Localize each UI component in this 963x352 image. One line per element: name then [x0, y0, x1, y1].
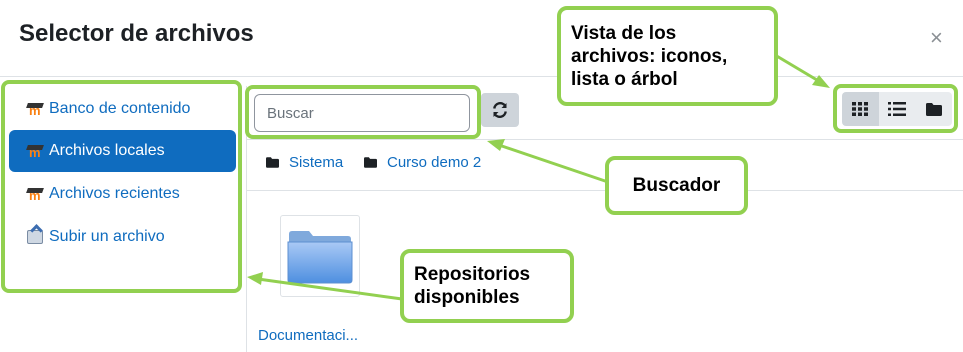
folder-icon	[266, 157, 279, 168]
breadcrumb-item-sistema[interactable]: Sistema	[266, 154, 343, 171]
header-divider	[0, 76, 963, 77]
callout-repositories: Repositorios disponibles	[400, 249, 574, 323]
view-modes-highlight	[833, 84, 958, 133]
callout-search-text: Buscador	[632, 175, 721, 196]
callout-view-modes: Vista de los archivos: iconos, lista o á…	[557, 6, 778, 106]
callout-repositories-text: Repositorios disponibles	[414, 264, 531, 308]
refresh-button[interactable]	[481, 93, 519, 127]
refresh-icon	[493, 102, 507, 118]
dialog-title: Selector de archivos	[19, 20, 254, 47]
callout-view-modes-text: Vista de los archivos: iconos, lista o á…	[571, 22, 728, 90]
file-item-thumbnail[interactable]	[280, 215, 360, 297]
breadcrumb-item-curso-demo-2[interactable]: Curso demo 2	[364, 154, 481, 171]
folder-icon	[364, 157, 377, 168]
search-highlight	[245, 85, 481, 139]
folder-icon	[287, 231, 353, 284]
close-icon[interactable]: ×	[930, 26, 943, 50]
file-item-name[interactable]: Documentaci...	[258, 327, 358, 344]
callout-search: Buscador	[605, 156, 748, 215]
breadcrumb-label: Curso demo 2	[387, 154, 482, 171]
repositories-highlight	[1, 80, 242, 293]
breadcrumb-label: Sistema	[289, 154, 344, 171]
toolbar-divider	[246, 139, 963, 140]
